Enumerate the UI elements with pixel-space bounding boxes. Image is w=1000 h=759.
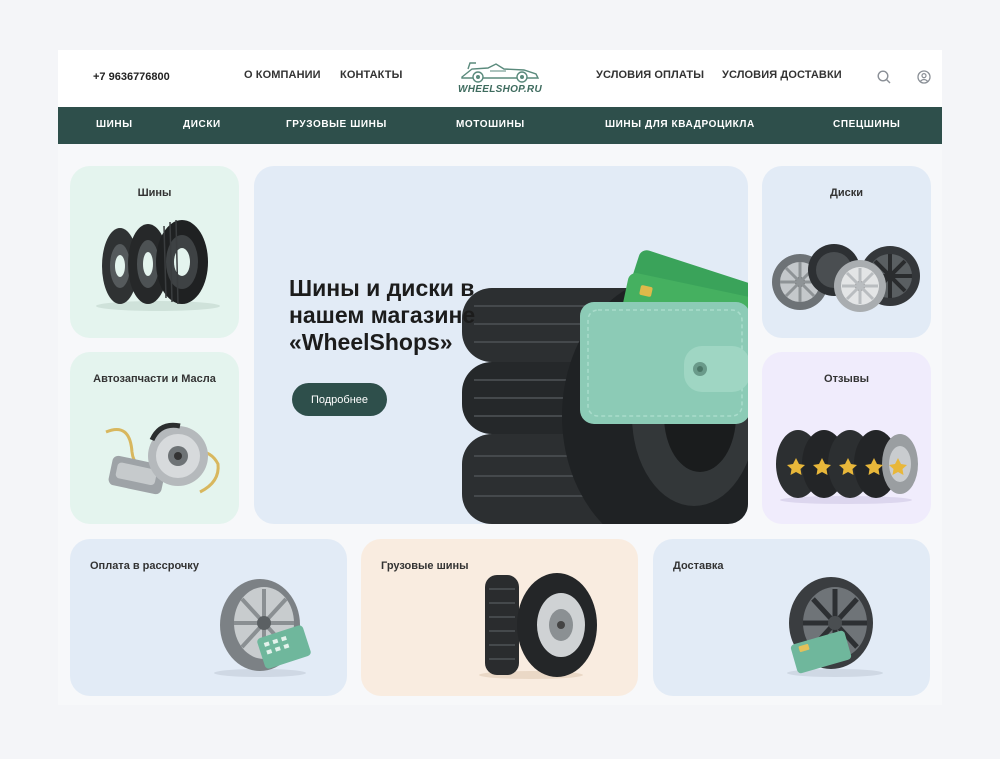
nav-link-payment-terms[interactable]: УСЛОВИЯ ОПЛАТЫ (596, 69, 704, 81)
card-installments[interactable]: Оплата в рассрочку (70, 539, 347, 696)
card-delivery[interactable]: Доставка (653, 539, 930, 696)
nav-link-delivery-terms[interactable]: УСЛОВИЯ ДОСТАВКИ (722, 69, 842, 81)
brake-parts-image (105, 422, 220, 495)
logo-text: WHEELSHOP.RU (458, 84, 542, 95)
wheels-image (772, 244, 920, 312)
wheel-delivery-image (787, 577, 883, 677)
nav-item-atv-tires[interactable]: ШИНЫ ДЛЯ КВАДРОЦИКЛА (605, 119, 755, 130)
card-reviews[interactable]: Отзывы (762, 352, 931, 524)
phone-number[interactable]: +7 9636776800 (93, 71, 170, 83)
wheel-card-image (214, 579, 311, 677)
user-icon[interactable] (916, 69, 932, 85)
card-parts-oils[interactable]: Автозапчасти и Масла (70, 352, 239, 524)
page-frame: +7 9636776800 О КОМПАНИИ КОНТАКТЫ WHEELS… (58, 50, 942, 705)
details-button[interactable]: Подробнее (292, 383, 387, 416)
nav-item-wheels[interactable]: ДИСКИ (183, 119, 221, 130)
nav-item-moto-tires[interactable]: МОТОШИНЫ (456, 119, 525, 130)
card-wheels[interactable]: Диски (762, 166, 931, 338)
site-header: +7 9636776800 О КОМПАНИИ КОНТАКТЫ WHEELS… (58, 50, 942, 107)
hero-banner: Шины и диски в нашем магазине «WheelShop… (254, 166, 748, 524)
card-truck-tires[interactable]: Грузовые шины (361, 539, 638, 696)
tires-stars-image (776, 430, 918, 504)
tires-image (96, 219, 220, 311)
nav-item-truck-tires[interactable]: ГРУЗОВЫЕ ШИНЫ (286, 119, 387, 130)
card-tires[interactable]: Шины (70, 166, 239, 338)
category-nav: ШИНЫ ДИСКИ ГРУЗОВЫЕ ШИНЫ МОТОШИНЫ ШИНЫ Д… (58, 107, 942, 144)
race-car-logo-icon (461, 62, 540, 83)
nav-item-special-tires[interactable]: СПЕЦШИНЫ (833, 119, 900, 130)
nav-item-tires[interactable]: ШИНЫ (96, 119, 133, 130)
nav-link-contacts[interactable]: КОНТАКТЫ (340, 69, 402, 81)
nav-link-about[interactable]: О КОМПАНИИ (244, 69, 321, 81)
search-icon[interactable] (876, 69, 892, 85)
hero-title: Шины и диски в нашем магазине «WheelShop… (289, 275, 476, 355)
site-logo[interactable]: WHEELSHOP.RU (458, 60, 542, 100)
truck-tires-image (479, 573, 597, 679)
